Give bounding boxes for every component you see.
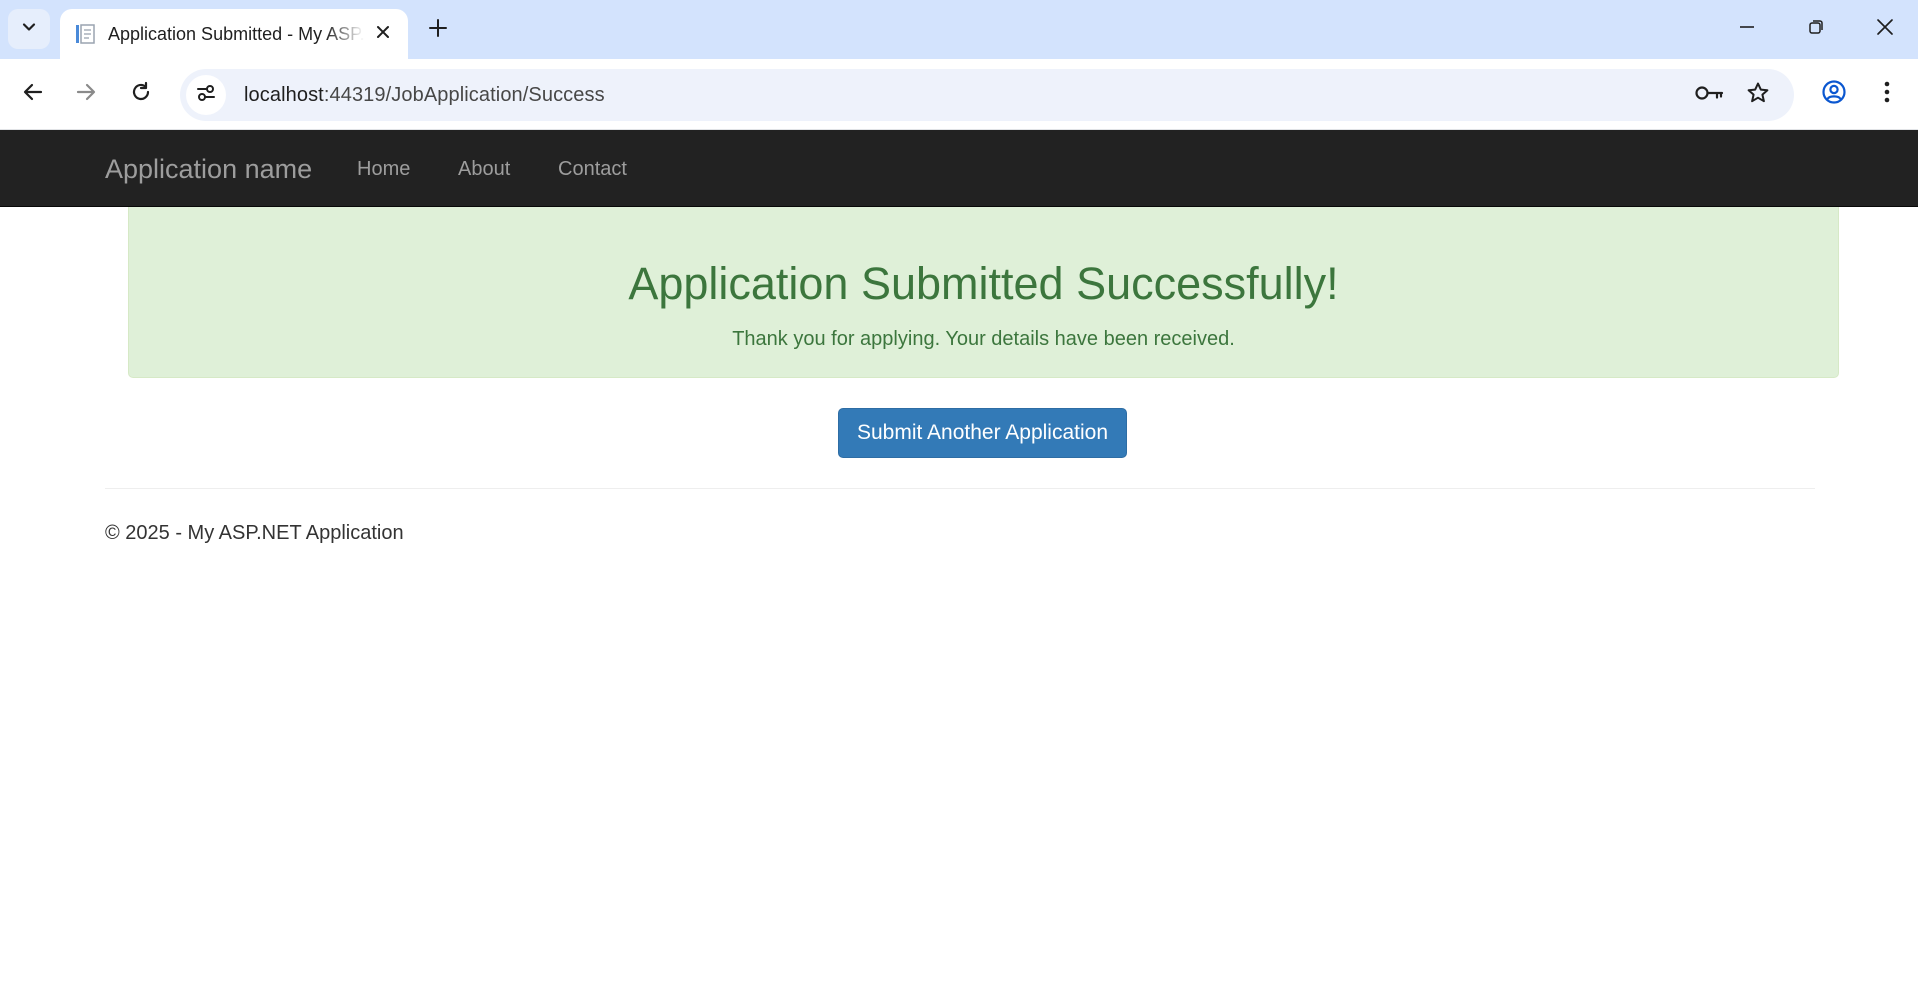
profile-icon [1821,79,1847,110]
browser-tab-strip: Application Submitted - My ASP.NET Appli… [0,0,1918,59]
url-host: localhost [244,83,324,106]
profile-button[interactable] [1813,73,1855,115]
browser-toolbar: localhost:44319/JobApplication/Success [0,59,1918,130]
success-message: Thank you for applying. Your details hav… [732,327,1235,350]
browser-menu-button[interactable] [1866,73,1908,115]
navbar-brand[interactable]: Application name [105,154,312,185]
nav-link-about[interactable]: About [458,158,510,181]
page-viewport: Application name Home About Contact Appl… [0,130,1918,1006]
footer-copyright: © 2025 - My ASP.NET Application [105,522,404,544]
page-favicon-icon [74,23,96,45]
forward-button[interactable] [65,73,107,115]
bookmark-button[interactable] [1738,75,1778,115]
submit-another-application-button[interactable]: Submit Another Application [838,408,1127,458]
tab-search-icon [20,18,38,41]
new-tab-button[interactable] [418,12,458,48]
restore-button[interactable] [1783,0,1849,59]
footer-divider [105,488,1815,489]
tab-close-button[interactable] [370,21,396,47]
address-bar[interactable]: localhost:44319/JobApplication/Success [180,69,1794,121]
window-close-button[interactable] [1852,0,1918,59]
site-info-button[interactable] [186,75,226,115]
back-button[interactable] [12,73,54,115]
forward-arrow-icon [75,81,97,108]
restore-icon [1808,19,1824,40]
url-path: :44319/JobApplication/Success [323,83,605,106]
url-text[interactable]: localhost:44319/JobApplication/Success [244,84,605,107]
star-icon [1746,81,1770,110]
site-info-icon [195,82,217,109]
success-alert: Application Submitted Successfully! Than… [128,207,1839,378]
nav-link-home[interactable]: Home [357,158,410,181]
nav-link-contact[interactable]: Contact [558,158,627,181]
minimize-icon [1739,19,1755,40]
back-arrow-icon [22,81,44,108]
plus-icon [428,18,448,43]
kebab-menu-icon [1884,81,1890,108]
window-close-icon [1876,18,1894,41]
tab-title: Application Submitted - My ASP.NET Appli… [108,23,364,44]
close-icon [376,25,390,44]
active-tab[interactable]: Application Submitted - My ASP.NET Appli… [60,9,408,59]
reload-icon [130,81,152,108]
success-heading: Application Submitted Successfully! [628,258,1339,309]
password-manager-button[interactable] [1690,75,1730,115]
key-icon [1695,84,1725,107]
tab-search-button[interactable] [8,9,50,49]
site-navbar: Application name Home About Contact [0,130,1918,207]
minimize-button[interactable] [1714,0,1780,59]
reload-button[interactable] [120,73,162,115]
